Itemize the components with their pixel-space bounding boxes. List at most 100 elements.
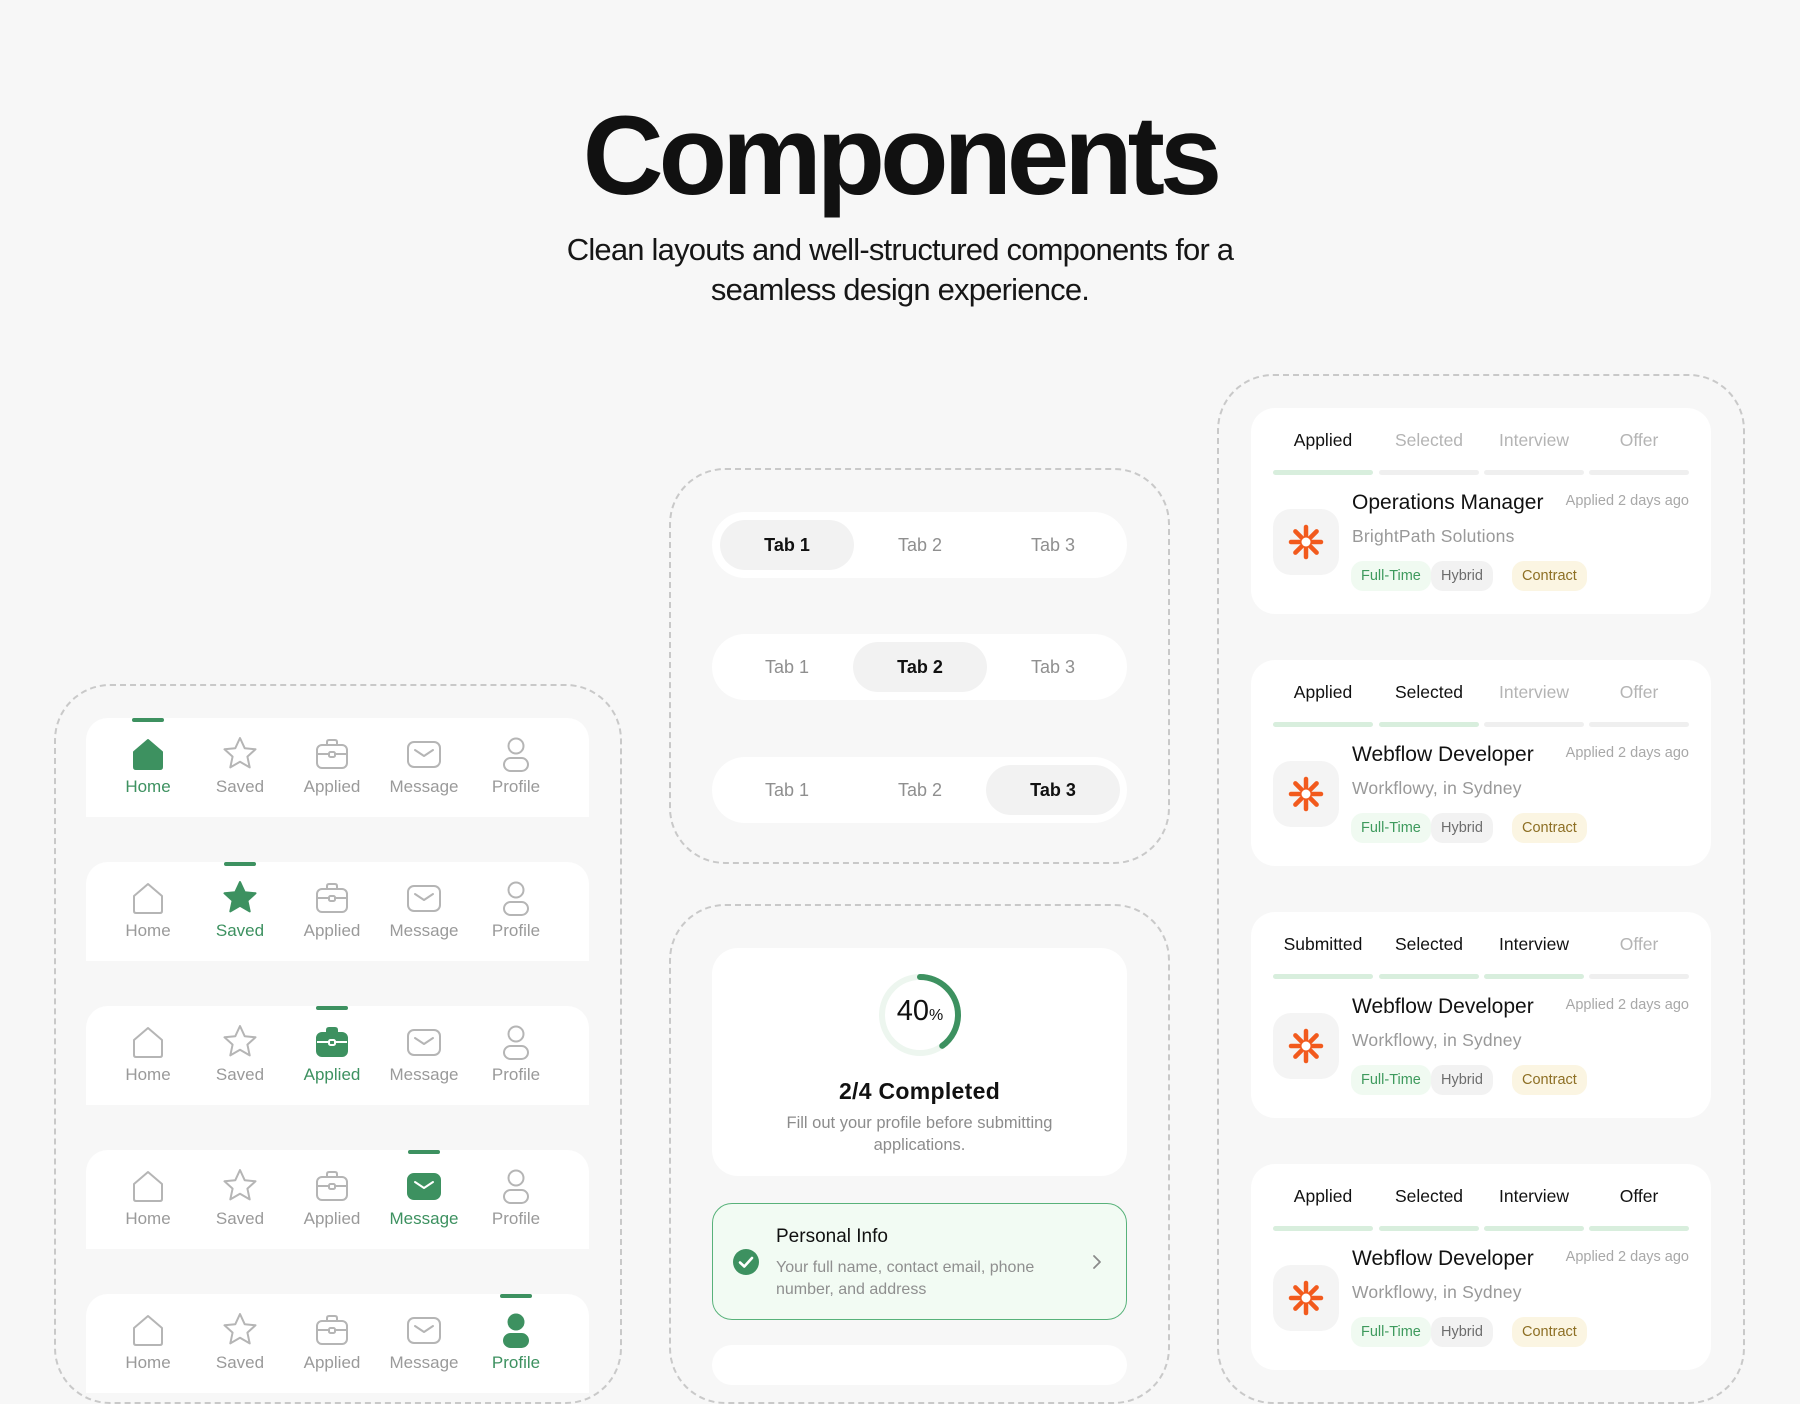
nav-label: Message [389, 921, 459, 940]
stage-offer: Offer [1589, 680, 1689, 727]
nav-item-home[interactable]: Home [102, 1150, 194, 1249]
star-icon [220, 878, 260, 918]
tag-full-time: Full-Time [1351, 813, 1431, 843]
nav-item-profile[interactable]: Profile [470, 862, 562, 961]
tab-3[interactable]: Tab 3 [986, 765, 1120, 815]
nav-label: Saved [215, 921, 265, 940]
bottom-nav-bar: Home Saved Applied Message Profile [86, 1006, 589, 1105]
nav-item-message[interactable]: Message [378, 718, 470, 817]
progress-description: Fill out your profile before submitting … [786, 1114, 1053, 1154]
star-icon [220, 1310, 260, 1350]
stage-submitted: Submitted [1273, 932, 1373, 979]
briefcase-icon [312, 1022, 352, 1062]
asterisk-logo-icon [1288, 776, 1324, 812]
mail-icon [404, 878, 444, 918]
active-indicator [500, 1294, 532, 1298]
mail-icon [404, 1166, 444, 1206]
applied-time: Applied 2 days ago [1565, 1249, 1689, 1265]
nav-item-message[interactable]: Message [378, 862, 470, 961]
next-step-card [712, 1345, 1127, 1385]
stage-selected: Selected [1379, 428, 1479, 475]
stage-applied: Applied [1273, 1184, 1373, 1231]
personal-info-step[interactable]: Personal Info Your full name, contact em… [712, 1203, 1127, 1320]
tab-1[interactable]: Tab 1 [720, 765, 854, 815]
nav-label: Profile [491, 1353, 541, 1372]
nav-label: Applied [303, 1065, 361, 1084]
job-application-card[interactable]: Applied Selected Interview Offer Webflow… [1251, 1164, 1711, 1370]
tag-full-time: Full-Time [1351, 561, 1431, 591]
stage-offer: Offer [1589, 1184, 1689, 1231]
tag-contract: Contract [1512, 561, 1587, 591]
nav-label: Saved [215, 1353, 265, 1372]
nav-item-message[interactable]: Message [378, 1294, 470, 1393]
nav-item-profile[interactable]: Profile [470, 1006, 562, 1105]
tag-full-time: Full-Time [1351, 1317, 1431, 1347]
nav-item-home[interactable]: Home [102, 1294, 194, 1393]
company-logo [1273, 1013, 1339, 1079]
tab-2[interactable]: Tab 2 [853, 642, 987, 692]
tag-full-time: Full-Time [1351, 1065, 1431, 1095]
user-icon [496, 878, 536, 918]
nav-item-saved[interactable]: Saved [194, 1150, 286, 1249]
tab-2[interactable]: Tab 2 [853, 520, 987, 570]
briefcase-icon [312, 1166, 352, 1206]
stage-offer: Offer [1589, 428, 1689, 475]
tab-3[interactable]: Tab 3 [986, 520, 1120, 570]
nav-item-saved[interactable]: Saved [194, 1006, 286, 1105]
page-title: Components [582, 93, 1222, 218]
nav-item-applied[interactable]: Applied [286, 1294, 378, 1393]
nav-item-profile[interactable]: Profile [470, 1150, 562, 1249]
stage-interview: Interview [1484, 932, 1584, 979]
company-logo [1273, 761, 1339, 827]
stage-selected: Selected [1379, 680, 1479, 727]
active-indicator [132, 718, 164, 722]
nav-item-saved[interactable]: Saved [194, 862, 286, 961]
nav-label: Home [125, 777, 171, 796]
applied-time: Applied 2 days ago [1565, 997, 1689, 1013]
tab-switcher: Tab 1 Tab 2 Tab 3 [712, 512, 1127, 578]
nav-label: Profile [491, 777, 541, 796]
job-title: Operations Manager [1352, 491, 1544, 514]
home-icon [128, 1310, 168, 1350]
company-logo [1273, 509, 1339, 575]
nav-item-applied[interactable]: Applied [286, 1006, 378, 1105]
mail-icon [404, 1310, 444, 1350]
nav-item-saved[interactable]: Saved [194, 1294, 286, 1393]
nav-item-home[interactable]: Home [102, 718, 194, 817]
job-application-card[interactable]: Applied Selected Interview Offer Operati… [1251, 408, 1711, 614]
asterisk-logo-icon [1288, 1280, 1324, 1316]
tab-1[interactable]: Tab 1 [720, 642, 854, 692]
nav-item-home[interactable]: Home [102, 862, 194, 961]
tab-3[interactable]: Tab 3 [986, 642, 1120, 692]
star-icon [220, 1166, 260, 1206]
nav-item-home[interactable]: Home [102, 1006, 194, 1105]
nav-label: Applied [303, 1353, 361, 1372]
tab-2[interactable]: Tab 2 [853, 765, 987, 815]
stage-interview: Interview [1484, 428, 1584, 475]
stage-selected: Selected [1379, 1184, 1479, 1231]
nav-item-applied[interactable]: Applied [286, 718, 378, 817]
job-application-card[interactable]: Submitted Selected Interview Offer Webfl… [1251, 912, 1711, 1118]
nav-item-message[interactable]: Message [378, 1006, 470, 1105]
job-application-card[interactable]: Applied Selected Interview Offer Webflow… [1251, 660, 1711, 866]
nav-item-message[interactable]: Message [378, 1150, 470, 1249]
tag-contract: Contract [1512, 1317, 1587, 1347]
job-title: Webflow Developer [1352, 995, 1534, 1018]
tab-switcher: Tab 1 Tab 2 Tab 3 [712, 757, 1127, 823]
nav-item-saved[interactable]: Saved [194, 718, 286, 817]
nav-label: Saved [215, 1065, 265, 1084]
stage-interview: Interview [1484, 1184, 1584, 1231]
nav-label: Saved [215, 1209, 265, 1228]
asterisk-logo-icon [1288, 1028, 1324, 1064]
nav-label: Applied [303, 1209, 361, 1228]
chevron-right-icon [1093, 1255, 1101, 1269]
nav-item-profile[interactable]: Profile [470, 1294, 562, 1393]
company-name: Workflowy, in Sydney [1352, 1282, 1522, 1302]
nav-item-profile[interactable]: Profile [470, 718, 562, 817]
step-description: Your full name, contact email, phone num… [776, 1259, 1035, 1298]
nav-item-applied[interactable]: Applied [286, 862, 378, 961]
nav-item-applied[interactable]: Applied [286, 1150, 378, 1249]
nav-label: Home [125, 1353, 171, 1372]
tab-1[interactable]: Tab 1 [720, 520, 854, 570]
user-icon [496, 734, 536, 774]
